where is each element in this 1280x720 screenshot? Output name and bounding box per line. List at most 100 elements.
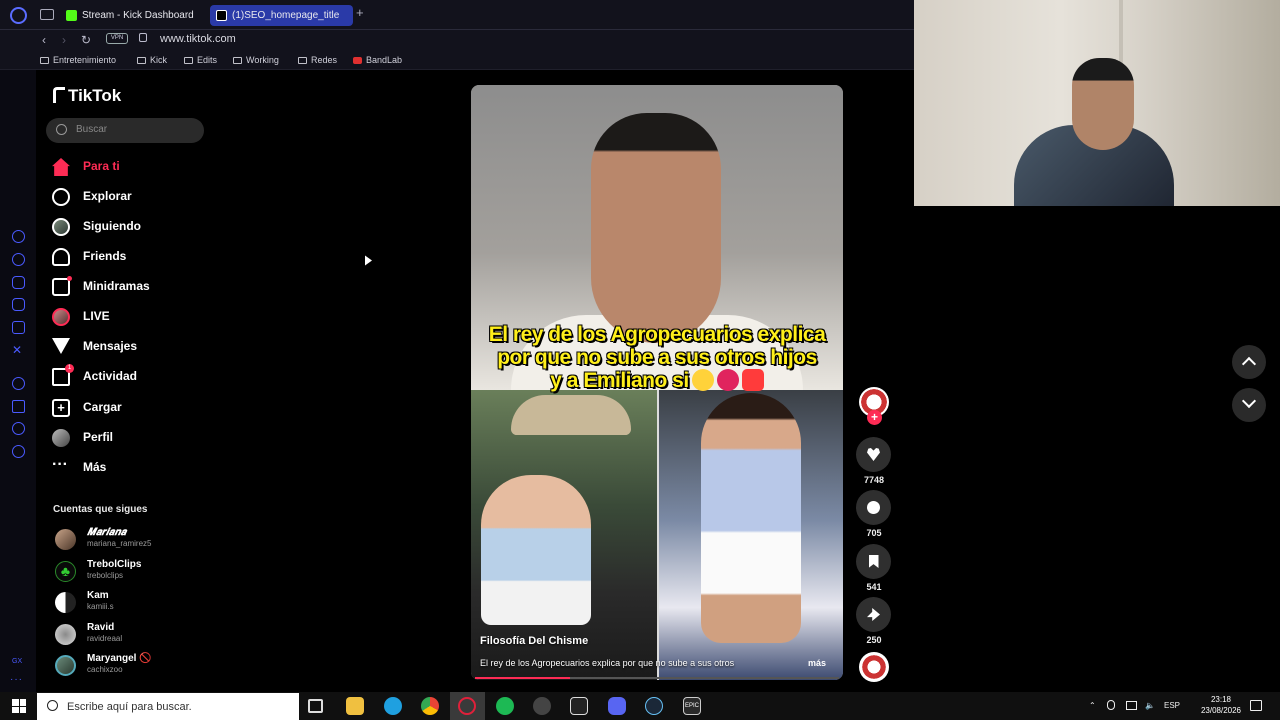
video-player[interactable]: El rey de los Agropecuarios explica por … [471, 85, 843, 680]
chevron-down-icon [1241, 393, 1257, 409]
tab-kick-dashboard[interactable]: Stream - Kick Dashboard [60, 5, 206, 26]
nav-live[interactable]: LIVE [50, 303, 230, 331]
nav-cargar[interactable]: + Cargar [50, 394, 230, 422]
task-view-icon[interactable] [308, 699, 323, 713]
forward-icon[interactable]: › [62, 33, 66, 47]
opera-gx-icon[interactable] [458, 697, 476, 715]
share-button[interactable] [856, 597, 891, 632]
following-account[interactable]: ♣ TrebolClips trebolclips [53, 558, 223, 586]
whatsapp-icon[interactable] [12, 253, 25, 266]
bookmark-kick[interactable]: Kick [137, 55, 167, 65]
video-man-face [591, 113, 721, 343]
friends-icon [52, 248, 70, 266]
file-explorer-icon[interactable] [346, 697, 364, 715]
video-author[interactable]: Filosofía Del Chisme [480, 635, 588, 647]
cowboy-hat [511, 395, 631, 435]
vpn-badge[interactable]: VPN [106, 33, 128, 44]
gx-icon[interactable]: GX [12, 655, 25, 668]
following-account[interactable]: 𝑴𝒂𝒓𝒊𝒂𝒏𝒂 mariana_ramirez5 [53, 526, 223, 554]
bandlab-icon [353, 57, 362, 64]
following-section-title: Cuentas que sigues [53, 504, 148, 515]
tiktok-logo[interactable]: TikTok [53, 86, 121, 106]
save-count: 541 [866, 582, 882, 592]
notifications-icon[interactable] [1250, 700, 1262, 711]
following-account[interactable]: Maryangel 🚫 cachixzoo [53, 652, 223, 680]
steam-icon[interactable] [645, 697, 663, 715]
video-progress-bar[interactable] [475, 677, 839, 679]
more-button[interactable]: más [808, 658, 826, 668]
discord-icon[interactable] [608, 697, 626, 715]
extensions-icon[interactable] [12, 422, 25, 435]
volume-icon[interactable]: 🔈 [1145, 701, 1155, 710]
capcut-icon[interactable] [570, 697, 588, 715]
search-icon [47, 700, 58, 711]
more-icon: ··· [52, 456, 68, 473]
nav-minidramas[interactable]: Minidramas [50, 273, 230, 301]
edge-icon[interactable] [384, 697, 402, 715]
tab-tiktok[interactable]: (1)SEO_homepage_title [210, 5, 353, 26]
spotify-icon[interactable] [496, 697, 514, 715]
avatar: ♣ [55, 561, 76, 582]
nav-friends[interactable]: Friends [50, 243, 230, 271]
tray-chevron-icon[interactable]: ⌃ [1089, 701, 1096, 710]
music-disc[interactable] [859, 652, 889, 682]
comment-button[interactable] [856, 490, 891, 525]
back-icon[interactable]: ‹ [42, 33, 46, 47]
follow-button[interactable]: + [867, 410, 882, 425]
video-caption: El rey de los Agropecuarios explica por … [471, 323, 843, 392]
avatar [55, 624, 76, 645]
x-icon[interactable]: ✕ [12, 344, 25, 357]
language-indicator[interactable]: ESP [1164, 701, 1180, 710]
settings-icon[interactable] [12, 445, 25, 458]
opera-logo-icon[interactable] [10, 7, 27, 24]
search-input[interactable]: Buscar [46, 118, 204, 143]
microphone-icon[interactable] [1107, 700, 1115, 710]
caption-line-3: y a Emiliano si [471, 369, 843, 392]
network-icon[interactable] [1126, 701, 1137, 710]
nav-para-ti[interactable]: Para ti [50, 153, 230, 181]
folder-icon [298, 57, 307, 64]
following-account[interactable]: Ravid ravidreaal [53, 621, 223, 649]
tab-island-icon[interactable] [40, 9, 54, 20]
nav-mensajes[interactable]: Mensajes [50, 333, 230, 361]
obs-icon[interactable] [533, 697, 551, 715]
nav-mas[interactable]: ··· Más [50, 454, 230, 482]
reload-icon[interactable]: ↻ [81, 33, 91, 47]
tiktok-rail-icon[interactable] [12, 321, 25, 334]
download-icon[interactable] [12, 400, 25, 413]
nav-siguiendo[interactable]: Siguiendo [50, 213, 230, 241]
aria-icon[interactable] [12, 230, 25, 243]
windows-start-icon[interactable] [12, 699, 26, 713]
avatar [55, 592, 76, 613]
more-icon[interactable]: ··· [10, 674, 23, 685]
bookmark-entretenimiento[interactable]: Entretenimiento [40, 55, 116, 65]
video-progress-fill [475, 677, 570, 679]
epic-games-icon[interactable]: EPIC [683, 697, 701, 715]
previous-video-button[interactable] [1232, 345, 1266, 379]
tab-label: (1)SEO_homepage_title [232, 10, 340, 21]
save-button[interactable] [856, 544, 891, 579]
like-count: 7748 [863, 475, 885, 485]
taskbar-search-input[interactable]: Escribe aquí para buscar. [37, 693, 299, 720]
instagram-icon[interactable] [12, 298, 25, 311]
comment-icon [867, 501, 880, 514]
bookmark-edits[interactable]: Edits [184, 55, 217, 65]
bookmark-working[interactable]: Working [233, 55, 279, 65]
url-field[interactable]: www.tiktok.com [160, 33, 236, 45]
bookmark-redes[interactable]: Redes [298, 55, 337, 65]
lock-icon[interactable] [139, 33, 147, 42]
nav-explorar[interactable]: Explorar [50, 183, 230, 211]
nav-actividad[interactable]: 1 Actividad [50, 363, 230, 391]
like-button[interactable] [856, 437, 891, 472]
new-tab-button[interactable]: + [356, 5, 370, 23]
clock[interactable]: 23:18 23/08/2026 [1196, 694, 1246, 716]
share-icon [867, 608, 880, 621]
folder-icon [184, 57, 193, 64]
next-video-button[interactable] [1232, 388, 1266, 422]
discord-icon[interactable] [12, 276, 25, 289]
nav-perfil[interactable]: Perfil [50, 424, 230, 452]
chrome-icon[interactable] [421, 697, 439, 715]
following-account[interactable]: Kam kamiii.s [53, 589, 223, 617]
bookmark-bandlab[interactable]: BandLab [353, 55, 402, 65]
history-icon[interactable] [12, 377, 25, 390]
